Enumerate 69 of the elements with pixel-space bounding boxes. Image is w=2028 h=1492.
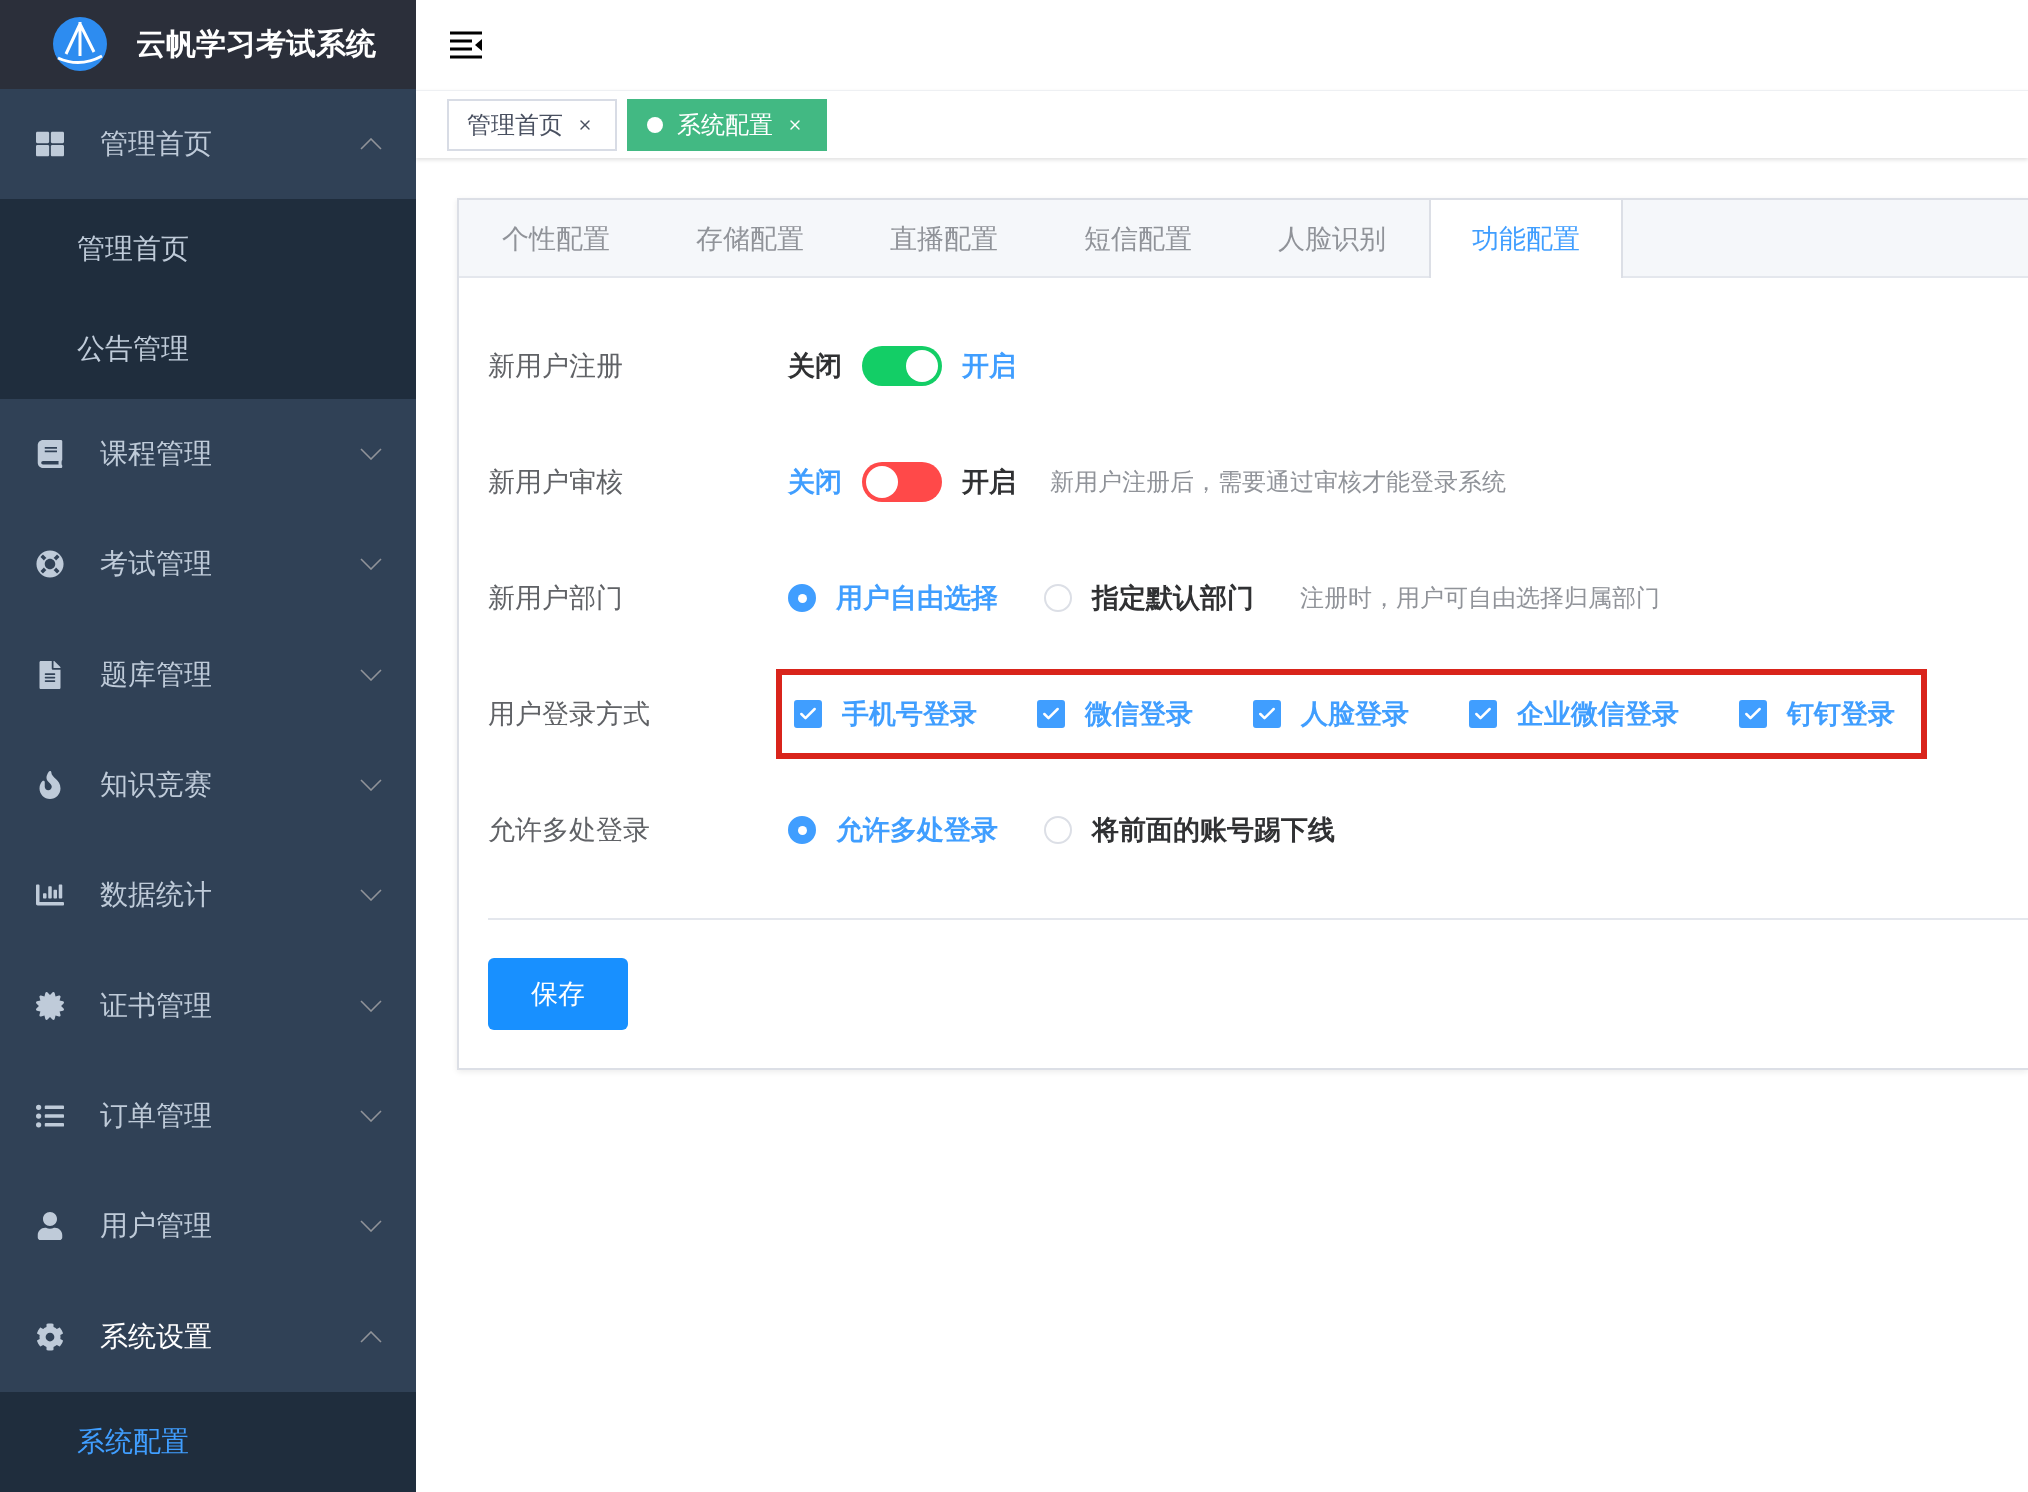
hint-text: 注册时，用户可自由选择归属部门 (1300, 583, 1660, 613)
radio-label[interactable]: 指定默认部门 (1092, 580, 1254, 616)
field-label: 允许多处登录 (488, 814, 651, 847)
checkbox[interactable] (1739, 700, 1767, 728)
checkbox-label[interactable]: 钉钉登录 (1787, 696, 1895, 732)
submenu-item[interactable]: 系统配置 (0, 1391, 416, 1492)
chevron-down-icon (360, 558, 382, 571)
sailboat-logo-icon (52, 16, 108, 73)
menu-item[interactable]: 数据统计 (0, 840, 416, 951)
switch-on-label: 开启 (962, 466, 1016, 499)
switch-off-label: 关闭 (788, 466, 842, 499)
tab[interactable]: 人脸识别 (1235, 200, 1429, 278)
menu-item[interactable]: 考试管理 (0, 509, 416, 620)
chevron-down-icon (360, 999, 382, 1012)
tab[interactable]: 存储配置 (653, 200, 847, 278)
lifebuoy-icon (36, 550, 64, 579)
switch-on-label: 开启 (962, 350, 1016, 383)
menu-item[interactable]: 题库管理 (0, 619, 416, 730)
radio-button[interactable] (788, 816, 816, 844)
hint-text: 新用户注册后，需要通过审核才能登录系统 (1050, 467, 1506, 497)
toggle-switch[interactable] (862, 462, 942, 502)
tab[interactable]: 直播配置 (847, 200, 1041, 278)
submenu-item[interactable]: 管理首页 (0, 199, 416, 299)
chevron-up-icon (360, 1330, 382, 1343)
tab[interactable]: 个性配置 (459, 200, 653, 278)
checkbox-label[interactable]: 微信登录 (1085, 696, 1193, 732)
grid-icon (36, 129, 64, 158)
chevron-down-icon (360, 668, 382, 681)
page-tag[interactable]: 管理首页 (447, 98, 617, 151)
book-icon (36, 440, 64, 469)
radio-label[interactable]: 将前面的账号踢下线 (1092, 812, 1335, 848)
submenu-item[interactable]: 公告管理 (0, 299, 416, 399)
app-title: 云帆学习考试系统 (136, 25, 376, 62)
switch-off-label: 关闭 (788, 350, 842, 383)
user-icon (36, 1212, 64, 1241)
radio-label[interactable]: 允许多处登录 (836, 812, 998, 848)
save-button[interactable]: 保存 (488, 958, 628, 1030)
menu-item[interactable]: 用户管理 (0, 1171, 416, 1282)
chevron-up-icon (360, 137, 382, 150)
menu-item[interactable]: 订单管理 (0, 1060, 416, 1172)
menu-item[interactable]: 系统设置 (0, 1281, 416, 1392)
checkbox[interactable] (794, 700, 822, 728)
menu-item[interactable]: 知识竞赛 (0, 729, 416, 841)
checkbox-label[interactable]: 手机号登录 (842, 696, 977, 732)
checkbox[interactable] (1037, 700, 1065, 728)
checkbox-label[interactable]: 人脸登录 (1301, 696, 1409, 732)
chevron-down-icon (360, 779, 382, 792)
field-label: 用户登录方式 (488, 698, 651, 731)
field-label: 新用户审核 (488, 466, 624, 499)
tab[interactable]: 功能配置 (1429, 200, 1623, 278)
chevron-down-icon (360, 1110, 382, 1123)
menu-item[interactable]: 管理首页 (0, 88, 416, 199)
radio-label[interactable]: 用户自由选择 (836, 580, 998, 616)
menu-item[interactable]: 证书管理 (0, 950, 416, 1061)
chevron-down-icon (360, 889, 382, 902)
checkbox[interactable] (1469, 700, 1497, 728)
settings-icon (36, 1322, 64, 1351)
toggle-switch[interactable] (862, 346, 942, 386)
checkbox[interactable] (1253, 700, 1281, 728)
badge-icon (36, 991, 64, 1020)
chevron-down-icon (360, 448, 382, 461)
menu-item[interactable]: 课程管理 (0, 399, 416, 510)
chevron-down-icon (360, 1220, 382, 1233)
menu-fold-icon[interactable] (450, 31, 484, 59)
radio-button[interactable] (788, 584, 816, 612)
checkbox-label[interactable]: 企业微信登录 (1517, 696, 1679, 732)
field-label: 新用户注册 (488, 350, 624, 383)
tab[interactable]: 短信配置 (1041, 200, 1235, 278)
field-label: 新用户部门 (488, 582, 624, 615)
